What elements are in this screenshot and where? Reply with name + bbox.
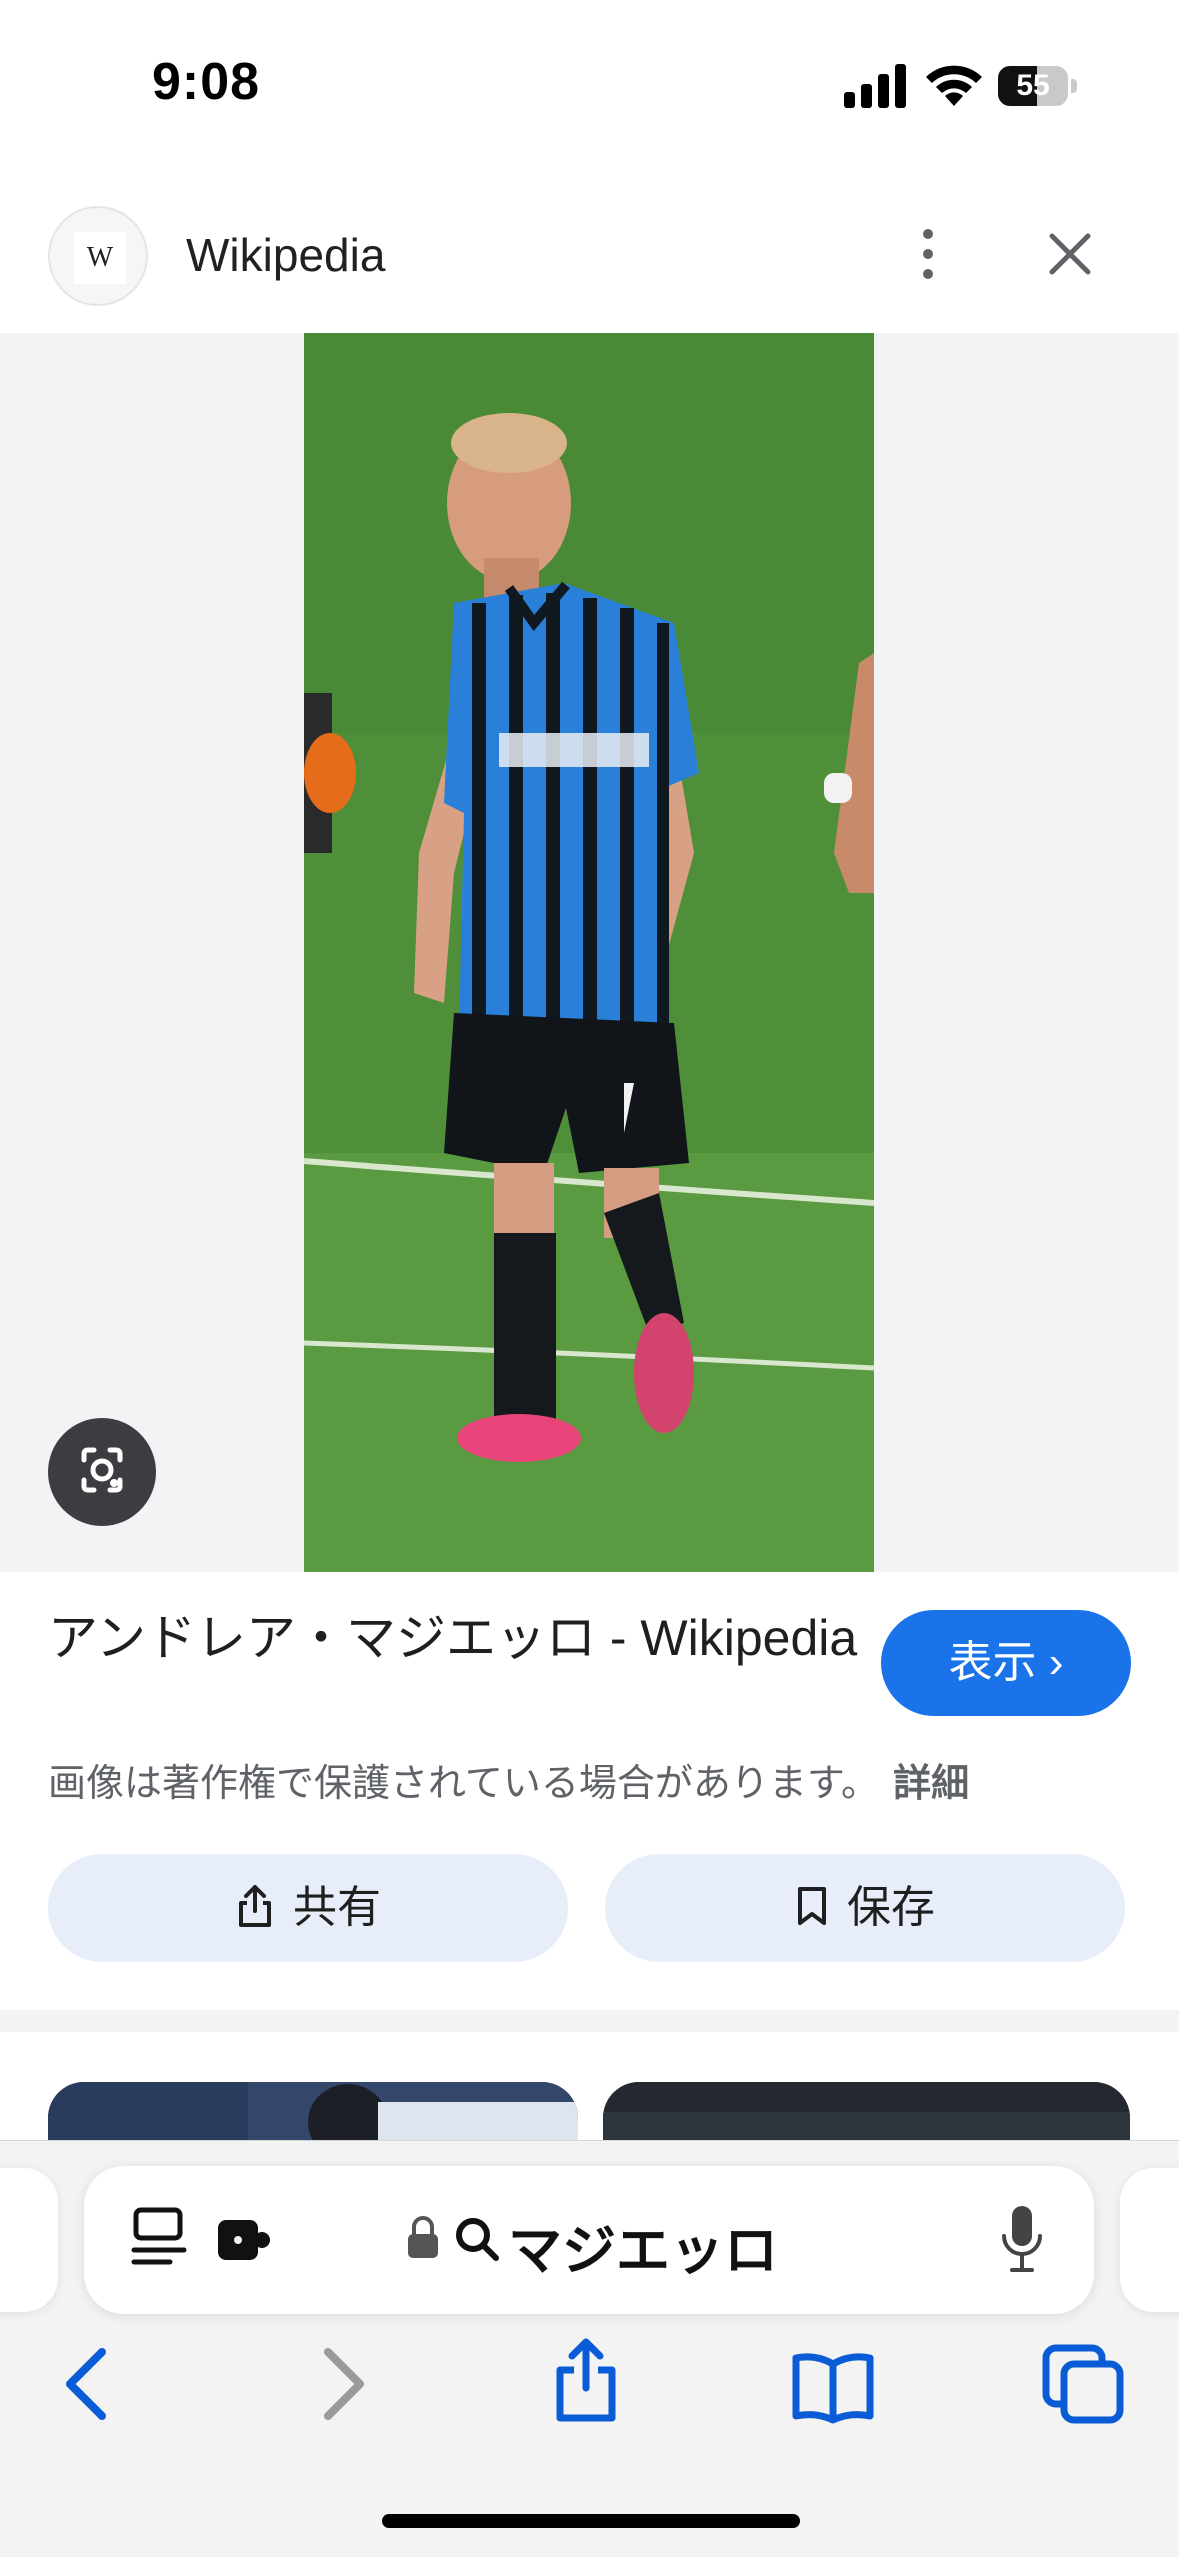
copyright-notice-row: 画像は著作権で保護されている場合があります。 詳細 [48,1752,969,1807]
save-label: 保存 [847,1883,935,1932]
search-icon [456,2218,499,2261]
wikipedia-logo: W [48,206,148,306]
battery-icon: 55 [998,66,1078,106]
share-sheet-icon[interactable] [550,2336,622,2424]
next-tab-preview[interactable] [1120,2168,1179,2312]
address-text[interactable]: マジエッロ [508,2206,778,2285]
close-icon[interactable] [1046,230,1094,278]
result-title[interactable]: アンドレア・マジエッロ - Wikipedia [48,1603,868,1673]
forward-arrow-icon[interactable] [318,2344,370,2424]
visit-button[interactable]: 表示 › [881,1610,1131,1716]
wifi-icon [926,65,982,106]
more-options-icon[interactable] [910,224,946,284]
save-button[interactable]: 保存 [605,1854,1125,1962]
section-divider [0,2010,1179,2032]
lens-icon [81,1447,123,1493]
microphone-icon[interactable] [1000,2204,1044,2276]
site-name: Wikipedia [186,229,386,281]
page-menu-icon[interactable] [130,2206,190,2272]
details-link[interactable]: 詳細 [893,1763,969,1805]
cellular-signal-icon [844,64,906,108]
battery-percent: 55 [1016,69,1050,102]
result-photo[interactable] [304,333,874,1572]
extensions-icon[interactable] [214,2212,274,2264]
copyright-notice: 画像は著作権で保護されている場合があります。 [48,1763,880,1805]
previous-tab-preview[interactable] [0,2168,58,2312]
tabs-overview-icon[interactable] [1042,2344,1124,2424]
share-button[interactable]: 共有 [48,1854,568,1962]
home-indicator [382,2514,800,2528]
bookmarks-book-icon[interactable] [790,2350,876,2424]
share-icon [239,1885,271,1928]
back-arrow-icon[interactable] [60,2344,112,2424]
lens-search-button[interactable] [48,1418,156,1526]
status-time: 9:08 [152,53,261,111]
bookmark-icon [798,1887,826,1926]
lock-icon [408,2216,438,2258]
share-label: 共有 [293,1883,381,1932]
